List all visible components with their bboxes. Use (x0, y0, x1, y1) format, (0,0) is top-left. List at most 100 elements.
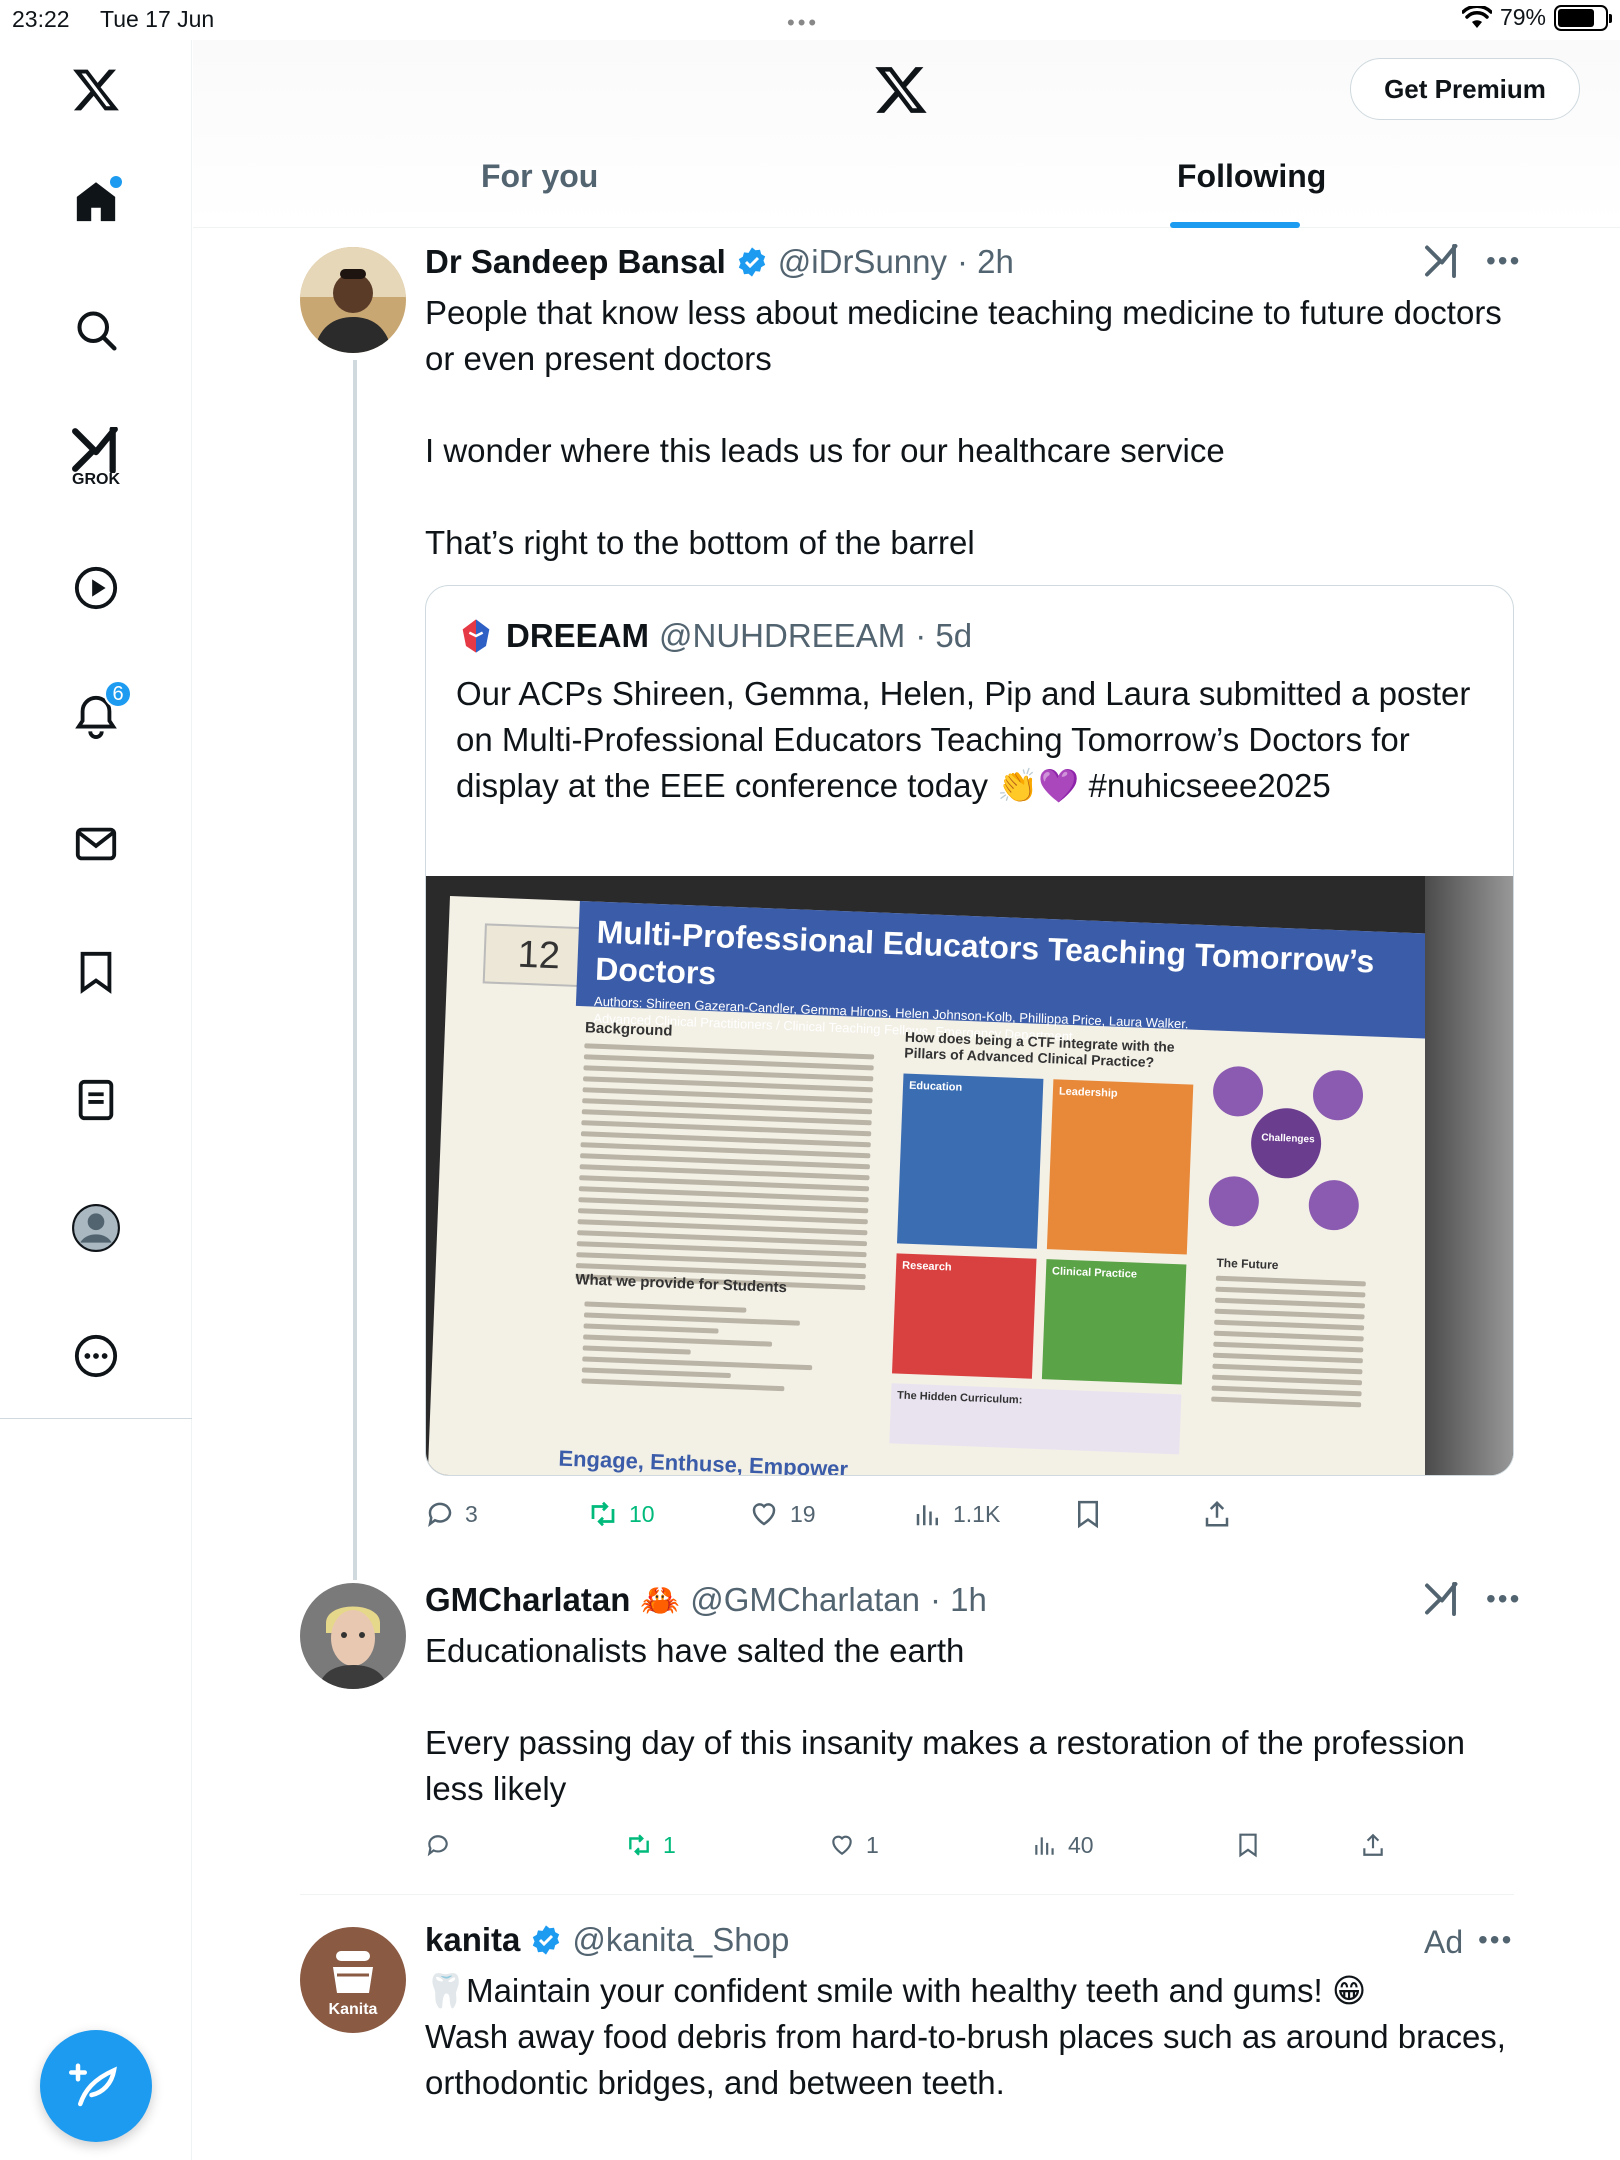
bookmark-button[interactable] (1235, 1831, 1261, 1859)
author-handle[interactable]: @kanita_Shop (572, 1921, 789, 1959)
thread-connector-line (353, 360, 357, 1580)
ad-label: Ad (1424, 1924, 1464, 1960)
quoted-tweet[interactable]: DREEAM @NUHDREEAM · 5d Our ACPs Shireen,… (425, 585, 1514, 1476)
poster-circle (1307, 1179, 1360, 1232)
author-name[interactable]: GMCharlatan (425, 1581, 630, 1619)
multitasking-dots-icon[interactable]: ••• (787, 10, 819, 36)
grok-explain-icon[interactable] (1424, 244, 1460, 278)
reply-button[interactable]: 3 (425, 1499, 478, 1529)
poster-leadership-box: Leadership (1046, 1079, 1194, 1255)
tab-for-you[interactable]: For you (481, 158, 598, 195)
author-handle[interactable]: @iDrSunny (778, 243, 947, 281)
battery-level (1558, 8, 1595, 27)
tab-following[interactable]: Following (1177, 158, 1326, 195)
tweet-text: 🦷Maintain your confident smile with heal… (425, 1972, 1506, 2101)
post-time[interactable]: · 2h (957, 243, 1014, 281)
repost-button[interactable]: 10 (587, 1499, 655, 1529)
repost-button[interactable]: 1 (625, 1832, 676, 1859)
quote-text: Our ACPs Shireen, Gemma, Helen, Pip and … (456, 675, 1471, 804)
quote-image[interactable]: 12 Multi-Professional Educators Teaching… (426, 876, 1513, 1475)
heart-icon (832, 1835, 852, 1855)
x-logo-icon[interactable] (873, 62, 929, 123)
poster-future-heading: The Future (1216, 1255, 1279, 1273)
avatar[interactable] (300, 247, 406, 353)
share-button[interactable] (1360, 1831, 1386, 1859)
messages-envelope-icon[interactable] (56, 804, 136, 884)
poster-clinical-label: Clinical Practice (1051, 1265, 1138, 1281)
quote-avatar[interactable] (456, 616, 496, 656)
grok-explain-icon[interactable] (1424, 1582, 1460, 1616)
tweet-text: Educationalists have salted the earth Ev… (425, 1632, 1466, 1807)
tweet-header: kanita @kanita_Shop (425, 1921, 789, 1959)
compose-post-button[interactable] (40, 2030, 152, 2142)
tweet-actions: 1 1 40 (425, 1828, 1395, 1862)
repost-icon (591, 1501, 615, 1527)
search-icon[interactable] (56, 290, 136, 370)
active-tab-indicator (1170, 222, 1300, 228)
grok-icon[interactable]: GROK (56, 418, 136, 498)
sidebar-divider (0, 1418, 192, 1419)
bookmark-button[interactable] (1073, 1498, 1103, 1530)
share-button[interactable] (1202, 1498, 1232, 1530)
poster-background-text (575, 1043, 875, 1296)
status-bar: 23:22 Tue 17 Jun ••• 79% (0, 0, 1620, 40)
get-premium-button[interactable]: Get Premium (1350, 58, 1580, 120)
poster-hidden-label: The Hidden Curriculum: (896, 1389, 1023, 1407)
poster-circle (1312, 1069, 1364, 1122)
tweet-divider (300, 1894, 1514, 1895)
video-play-icon[interactable] (56, 548, 136, 628)
profile-avatar-icon[interactable] (56, 1188, 136, 1268)
poster-research-box: Research (892, 1253, 1037, 1379)
notifications-badge: 6 (104, 680, 132, 708)
like-count: 1 (866, 1831, 879, 1858)
door-background (1425, 876, 1513, 1475)
quote-author-name[interactable]: DREEAM (506, 617, 649, 655)
reply-button[interactable] (425, 1832, 461, 1858)
lists-icon[interactable] (56, 1060, 136, 1140)
views-button[interactable]: 40 (1032, 1832, 1094, 1859)
quote-author-handle[interactable]: @NUHDREEAM (659, 617, 905, 655)
verified-badge-icon (533, 1925, 560, 1955)
notifications-bell-icon[interactable]: 6 (56, 676, 136, 756)
tweet-header: Dr Sandeep Bansal @iDrSunny · 2h (425, 243, 1014, 281)
more-options-icon[interactable] (56, 1316, 136, 1396)
bookmarks-icon[interactable] (56, 932, 136, 1012)
grok-label: GROK (72, 471, 120, 488)
repost-count: 10 (629, 1500, 655, 1527)
quote-post-time[interactable]: · 5d (915, 617, 972, 655)
views-chart-icon (1035, 1837, 1054, 1855)
tweet-header-actions: ••• (1424, 1582, 1521, 1616)
post-time[interactable]: · 1h (930, 1581, 987, 1619)
poster-students-text (581, 1301, 854, 1399)
views-count: 1.1K (953, 1500, 1001, 1527)
views-button[interactable]: 1.1K (913, 1499, 1000, 1529)
like-button[interactable]: 1 (828, 1832, 879, 1859)
poster-education-box: Education (896, 1073, 1044, 1249)
x-logo-icon[interactable] (56, 50, 136, 130)
battery-icon (1554, 4, 1612, 31)
home-unread-dot (110, 176, 122, 188)
more-icon[interactable]: ••• (1478, 1924, 1513, 1956)
more-icon[interactable]: ••• (1486, 245, 1521, 277)
author-name[interactable]: Dr Sandeep Bansal (425, 243, 726, 281)
views-chart-icon (916, 1505, 938, 1526)
author-name[interactable]: kanita (425, 1921, 520, 1959)
avatar-label: Kanita (328, 2001, 378, 2018)
avatar[interactable] (300, 1583, 406, 1689)
status-date: Tue 17 Jun (100, 6, 215, 32)
wifi-icon (1461, 5, 1492, 28)
like-button[interactable]: 19 (748, 1499, 816, 1529)
tweet-text: People that know less about medicine tea… (425, 294, 1502, 561)
reply-count: 3 (465, 1500, 478, 1527)
heart-icon (752, 1503, 776, 1526)
poster-research-label: Research (901, 1259, 952, 1274)
repost-icon (629, 1834, 649, 1856)
poster-future-text (1211, 1275, 1366, 1414)
like-count: 19 (790, 1500, 816, 1527)
home-icon[interactable] (56, 162, 136, 242)
more-icon[interactable]: ••• (1486, 1583, 1521, 1615)
author-handle[interactable]: @GMCharlatan (690, 1581, 920, 1619)
avatar[interactable]: Kanita (300, 1927, 406, 2033)
poster-circle (1212, 1065, 1265, 1118)
top-bar: Get Premium For you Following (193, 40, 1620, 228)
